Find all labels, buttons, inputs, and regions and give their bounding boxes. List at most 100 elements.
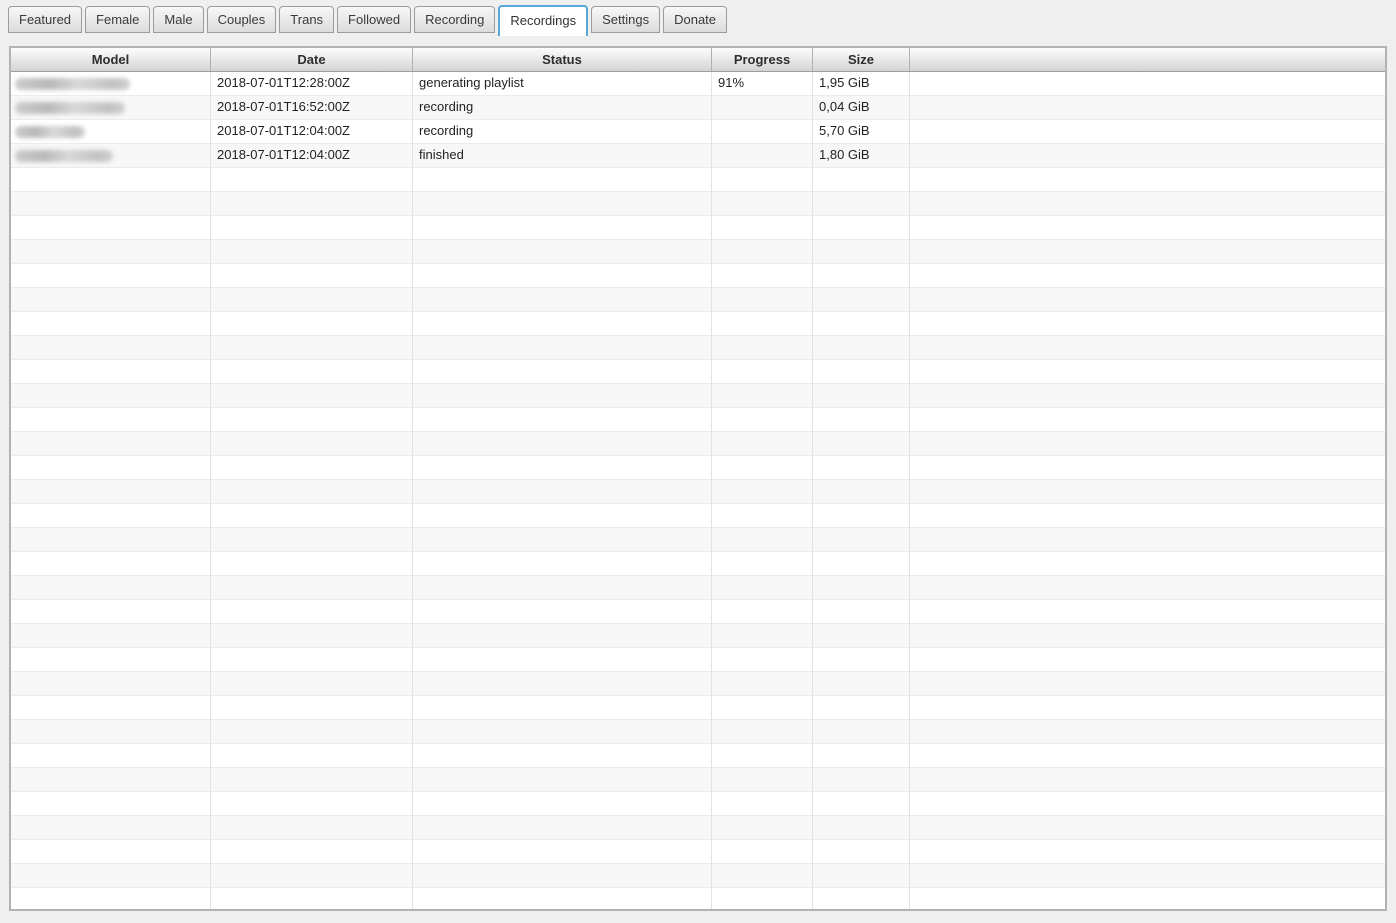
cell-status bbox=[413, 888, 712, 911]
cell-model bbox=[11, 168, 211, 192]
cell-progress bbox=[712, 96, 813, 120]
cell-extra bbox=[910, 816, 1385, 840]
cell-model bbox=[11, 216, 211, 240]
table-row-empty bbox=[11, 192, 1385, 216]
cell-model bbox=[11, 576, 211, 600]
cell-model bbox=[11, 384, 211, 408]
cell-date bbox=[211, 888, 413, 911]
cell-progress bbox=[712, 456, 813, 480]
cell-size bbox=[813, 480, 910, 504]
tab-recording[interactable]: Recording bbox=[414, 6, 495, 33]
cell-size bbox=[813, 768, 910, 792]
cell-extra bbox=[910, 384, 1385, 408]
cell-date bbox=[211, 624, 413, 648]
cell-model bbox=[11, 120, 211, 144]
table-row-empty bbox=[11, 816, 1385, 840]
cell-model bbox=[11, 504, 211, 528]
cell-progress bbox=[712, 336, 813, 360]
table-row[interactable]: 2018-07-01T12:04:00Zfinished1,80 GiB bbox=[11, 144, 1385, 168]
table-row-empty bbox=[11, 312, 1385, 336]
cell-extra bbox=[910, 744, 1385, 768]
cell-status bbox=[413, 432, 712, 456]
table-row-empty bbox=[11, 336, 1385, 360]
cell-date bbox=[211, 192, 413, 216]
cell-progress bbox=[712, 528, 813, 552]
cell-model bbox=[11, 744, 211, 768]
cell-status bbox=[413, 648, 712, 672]
cell-extra bbox=[910, 552, 1385, 576]
cell-progress bbox=[712, 696, 813, 720]
cell-date bbox=[211, 528, 413, 552]
column-header-date[interactable]: Date bbox=[211, 48, 413, 71]
cell-size bbox=[813, 192, 910, 216]
table-row[interactable]: 2018-07-01T16:52:00Zrecording0,04 GiB bbox=[11, 96, 1385, 120]
tab-followed[interactable]: Followed bbox=[337, 6, 411, 33]
cell-size bbox=[813, 696, 910, 720]
cell-progress bbox=[712, 504, 813, 528]
redacted-model-name bbox=[15, 102, 125, 114]
tab-featured[interactable]: Featured bbox=[8, 6, 82, 33]
tab-donate[interactable]: Donate bbox=[663, 6, 727, 33]
table-row-empty bbox=[11, 792, 1385, 816]
cell-date bbox=[211, 552, 413, 576]
cell-status bbox=[413, 168, 712, 192]
cell-progress bbox=[712, 240, 813, 264]
cell-size bbox=[813, 408, 910, 432]
cell-progress: 91% bbox=[712, 72, 813, 96]
column-header-extra[interactable] bbox=[910, 48, 1385, 71]
cell-status bbox=[413, 480, 712, 504]
table-row-empty bbox=[11, 840, 1385, 864]
tab-recordings[interactable]: Recordings bbox=[498, 5, 588, 36]
column-header-model[interactable]: Model bbox=[11, 48, 211, 71]
cell-status bbox=[413, 456, 712, 480]
cell-status bbox=[413, 384, 712, 408]
cell-status bbox=[413, 528, 712, 552]
cell-date bbox=[211, 312, 413, 336]
tab-settings[interactable]: Settings bbox=[591, 6, 660, 33]
cell-size bbox=[813, 240, 910, 264]
cell-size bbox=[813, 720, 910, 744]
cell-model bbox=[11, 312, 211, 336]
cell-size bbox=[813, 600, 910, 624]
tab-couples[interactable]: Couples bbox=[207, 6, 277, 33]
cell-progress bbox=[712, 360, 813, 384]
cell-status bbox=[413, 264, 712, 288]
cell-status bbox=[413, 312, 712, 336]
cell-status bbox=[413, 792, 712, 816]
column-header-progress[interactable]: Progress bbox=[712, 48, 813, 71]
tab-male[interactable]: Male bbox=[153, 6, 203, 33]
cell-date bbox=[211, 336, 413, 360]
cell-date bbox=[211, 360, 413, 384]
cell-date bbox=[211, 840, 413, 864]
table-row[interactable]: 2018-07-01T12:28:00Zgenerating playlist9… bbox=[11, 72, 1385, 96]
cell-model bbox=[11, 816, 211, 840]
cell-size bbox=[813, 552, 910, 576]
table-row-empty bbox=[11, 768, 1385, 792]
cell-model bbox=[11, 408, 211, 432]
table-row-empty bbox=[11, 480, 1385, 504]
cell-model bbox=[11, 792, 211, 816]
tab-trans[interactable]: Trans bbox=[279, 6, 334, 33]
cell-status bbox=[413, 336, 712, 360]
cell-progress bbox=[712, 888, 813, 911]
cell-progress bbox=[712, 864, 813, 888]
cell-extra bbox=[910, 648, 1385, 672]
tab-bar: Featured Female Male Couples Trans Follo… bbox=[8, 0, 730, 36]
cell-date bbox=[211, 864, 413, 888]
cell-size bbox=[813, 744, 910, 768]
redacted-model-name bbox=[15, 126, 85, 138]
cell-size bbox=[813, 360, 910, 384]
cell-extra bbox=[910, 456, 1385, 480]
column-header-status[interactable]: Status bbox=[413, 48, 712, 71]
cell-extra bbox=[910, 480, 1385, 504]
cell-progress bbox=[712, 792, 813, 816]
table-row[interactable]: 2018-07-01T12:04:00Zrecording5,70 GiB bbox=[11, 120, 1385, 144]
cell-progress bbox=[712, 744, 813, 768]
cell-status bbox=[413, 768, 712, 792]
cell-model bbox=[11, 456, 211, 480]
column-header-size[interactable]: Size bbox=[813, 48, 910, 71]
cell-model bbox=[11, 144, 211, 168]
cell-status bbox=[413, 816, 712, 840]
tab-female[interactable]: Female bbox=[85, 6, 150, 33]
cell-date bbox=[211, 744, 413, 768]
